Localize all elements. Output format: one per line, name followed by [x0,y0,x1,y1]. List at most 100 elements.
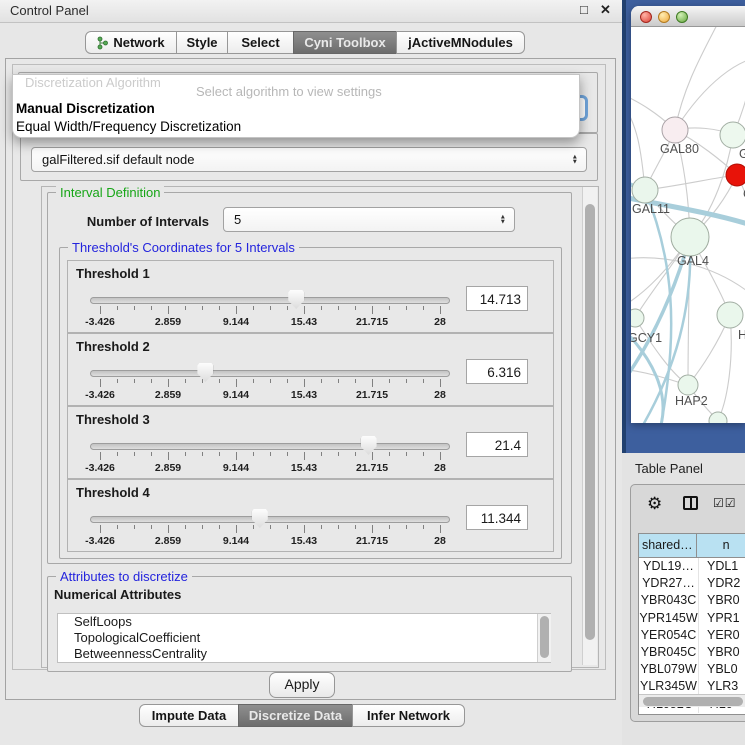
table-row[interactable]: YER054CYER0 [639,627,745,644]
tab-label: Discretize Data [249,708,342,723]
table-row[interactable]: YBR043CYBR0 [639,592,745,609]
threshold-value-field[interactable]: 6.316 [466,359,528,384]
table-horizontal-scrollbar[interactable] [639,694,745,707]
tab-label: Network [113,35,164,50]
slider-thumb[interactable] [197,363,213,382]
cell-name[interactable]: YLR3 [699,678,745,695]
network-node-label: G [739,147,745,161]
network-node-gal4[interactable] [671,218,709,256]
table-row[interactable]: YBR045CYBR0 [639,644,745,661]
threshold-slider[interactable]: -3.4262.8599.14415.4321.71528 [90,362,450,404]
cell-shared-name[interactable]: YER054C [639,627,699,644]
table-horizontal-scrollbar-thumb[interactable] [643,697,743,706]
tab-cyni-toolbox[interactable]: Cyni Toolbox [293,31,397,54]
tab-jactivemnodules[interactable]: jActiveMNodules [396,31,525,54]
tab-impute-data[interactable]: Impute Data [139,704,239,727]
cell-shared-name[interactable]: YBR043C [639,592,699,609]
cell-shared-name[interactable]: YBL079W [639,661,699,678]
cell-shared-name[interactable]: YBR045C [639,644,699,661]
table-body: YDL19…YDL1YDR27…YDR2YBR043CYBR0YPR145WYP… [639,558,745,713]
threshold-slider[interactable]: -3.4262.8599.14415.4321.71528 [90,508,450,550]
table-row[interactable]: YDR27…YDR2 [639,575,745,592]
numerical-attributes-list[interactable]: SelfLoopsTopologicalCoefficientBetweenne… [57,613,551,663]
dropdown-option-equal-width-frequency[interactable]: Equal Width/Frequency Discretization [16,119,241,134]
tab-select[interactable]: Select [227,31,294,54]
column-header-shared-name[interactable]: shared… [639,534,697,557]
spinner-icon[interactable]: ▲▼ [500,214,506,225]
threshold-panel-1: Threshold 1-3.4262.8599.14415.4321.71528… [67,260,554,333]
float-window-icon[interactable]: □ [580,2,588,17]
network-node-g[interactable] [720,122,745,148]
slider-tick-labels: -3.4262.8599.14415.4321.71528 [100,462,440,475]
cell-name[interactable]: YDR2 [699,575,745,592]
network-node-gal11[interactable] [632,177,658,203]
threshold-value-field[interactable]: 21.4 [466,432,528,457]
table-row[interactable]: YDL19…YDL1 [639,558,745,575]
network-node-gcy1[interactable] [631,309,644,327]
slider-thumb[interactable] [288,290,304,309]
network-node-gal80[interactable] [662,117,688,143]
threshold-value-field[interactable]: 11.344 [466,505,528,530]
table-data-selected-value: galFiltered.sif default node [42,152,194,167]
attributes-group-title: Attributes to discretize [56,569,192,584]
table-data-combobox[interactable]: galFiltered.sif default node ▲▼ [31,147,587,172]
cell-shared-name[interactable]: YPR145W [639,610,699,627]
minimize-traffic-light[interactable] [658,11,670,23]
select-columns-checkboxes-icon[interactable]: ☑☑ [713,496,737,510]
network-window-titlebar[interactable] [631,6,745,27]
network-node-label: GAL4 [677,254,709,268]
cell-shared-name[interactable]: YDR27… [639,575,699,592]
network-node-h[interactable] [717,302,743,328]
close-traffic-light[interactable] [640,11,652,23]
slider-tick-labels: -3.4262.8599.14415.4321.71528 [100,316,440,329]
tab-style[interactable]: Style [176,31,228,54]
cell-shared-name[interactable]: YLR345W [639,678,699,695]
table-row[interactable]: YLR345WYLR3 [639,678,745,695]
attribute-list-item[interactable]: TopologicalCoefficient [58,630,550,646]
close-window-icon[interactable]: ✕ [600,2,611,18]
zoom-traffic-light[interactable] [676,11,688,23]
column-header-name[interactable]: n [697,534,745,557]
spinner-icon[interactable]: ▲▼ [572,154,578,165]
apply-button[interactable]: Apply [269,672,335,698]
table-panel-window: ⚙ ☑☑ shared… n YDL19…YDL1YDR27…YDR2YBR04… [630,484,745,722]
cell-name[interactable]: YBR0 [699,592,745,609]
split-column-icon[interactable] [683,496,698,510]
vertical-scrollbar[interactable] [582,187,597,665]
cell-name[interactable]: YDL1 [699,558,745,575]
cell-shared-name[interactable]: YDL19… [639,558,699,575]
thresholds-group: Threshold's Coordinates for 5 Intervals … [59,247,562,559]
number-of-intervals-combobox[interactable]: 5 ▲▼ [223,207,515,232]
threshold-value-field[interactable]: 14.713 [466,286,528,311]
network-node-label: GAL11 [632,202,670,216]
slider-thumb[interactable] [361,436,377,455]
window-title: Control Panel [10,3,89,18]
cell-name[interactable]: YBR0 [699,644,745,661]
network-icon [97,36,108,50]
algorithm-dropdown-popup: Discretization Algorithm Select algorith… [12,74,580,138]
cell-name[interactable]: YER0 [699,627,745,644]
table-row[interactable]: YPR145WYPR1 [639,610,745,627]
network-view-window: GAL80GCGAL11GAL4GCY1HHAP2 [631,6,745,423]
attribute-list-item[interactable]: BetweennessCentrality [58,646,550,662]
vertical-scrollbar-thumb[interactable] [585,204,595,640]
tab-infer-network[interactable]: Infer Network [352,704,465,727]
network-node-label: GCY1 [631,331,662,345]
threshold-slider[interactable]: -3.4262.8599.14415.4321.71528 [90,435,450,477]
network-canvas[interactable]: GAL80GCGAL11GAL4GCY1HHAP2 [631,27,745,423]
attribute-list-item[interactable]: SelfLoops [58,614,550,630]
cell-name[interactable]: YPR1 [699,610,745,627]
cell-name[interactable]: YBL0 [699,661,745,678]
gear-icon[interactable]: ⚙ [647,494,662,514]
tab-discretize-data[interactable]: Discretize Data [238,704,353,727]
network-node-c[interactable] [726,164,745,186]
attributes-list-scrollbar-thumb[interactable] [540,616,549,658]
threshold-label: Threshold 3 [76,412,150,427]
threshold-slider[interactable]: -3.4262.8599.14415.4321.71528 [90,289,450,331]
tab-network[interactable]: Network [85,31,177,54]
table-row[interactable]: YBL079WYBL0 [639,661,745,678]
attributes-list-scrollbar[interactable] [537,614,551,662]
slider-thumb[interactable] [252,509,268,528]
network-node-hap2[interactable] [678,375,698,395]
dropdown-option-manual-discretization[interactable]: Manual Discretization [16,101,155,116]
